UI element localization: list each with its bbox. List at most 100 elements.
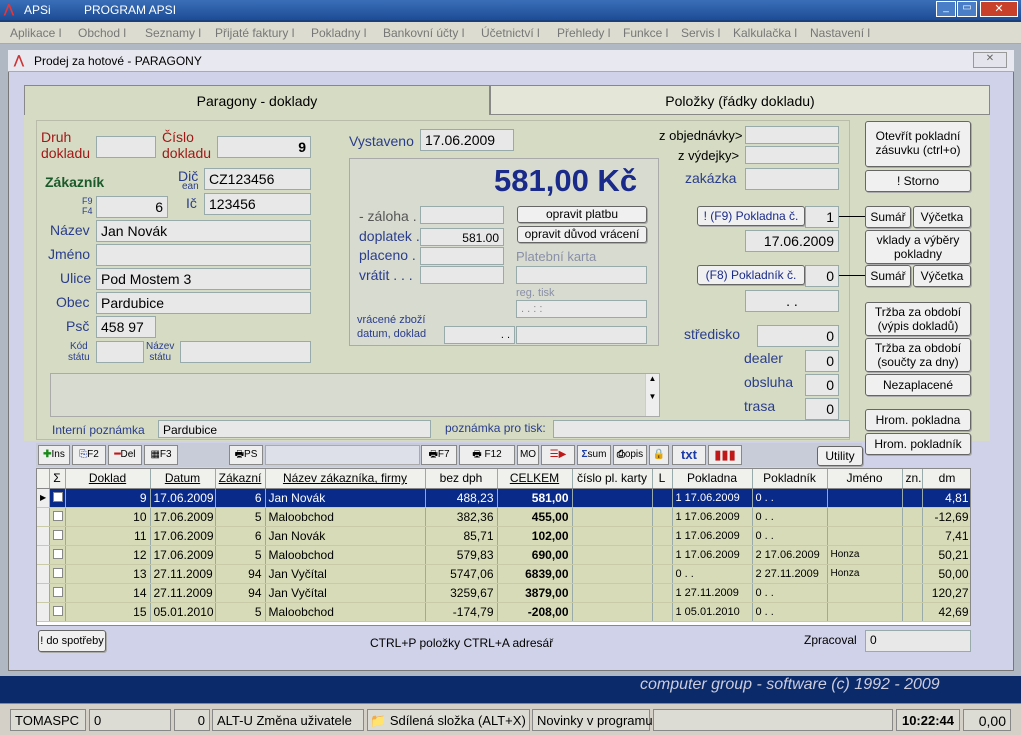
dic-field[interactable]: CZ123456 bbox=[204, 168, 311, 190]
placeno-field[interactable] bbox=[420, 247, 504, 265]
menu-item[interactable]: Nastavení l bbox=[810, 26, 870, 40]
chart-icon[interactable]: ▮▮▮ bbox=[708, 445, 742, 465]
row-checkbox[interactable] bbox=[49, 583, 66, 603]
jmeno-field[interactable] bbox=[96, 244, 311, 266]
close-icon[interactable]: ✕ bbox=[980, 1, 1018, 17]
table-row[interactable]: 11 17.06.2009 6 Jan Novák 85,71 102,00 1 17.06… bbox=[37, 526, 970, 546]
f12-button[interactable]: 🖶 F12 bbox=[459, 445, 515, 465]
interni-field[interactable]: Pardubice bbox=[158, 420, 431, 438]
psc-field[interactable]: 458 97 bbox=[96, 316, 156, 338]
vracene-doklad-field[interactable] bbox=[516, 326, 647, 344]
otevrit-zasuvku-button[interactable]: Otevřít pokladní zásuvku (ctrl+o) bbox=[865, 121, 971, 167]
row-checkbox[interactable] bbox=[49, 488, 66, 508]
table-row[interactable]: ▶ 9 17.06.2009 6 Jan Novák 488,23 581,00 1 17.0… bbox=[37, 488, 970, 508]
nazev-field[interactable]: Jan Novák bbox=[96, 220, 311, 242]
poznamka-tisk-field[interactable] bbox=[553, 420, 850, 438]
menu-item[interactable]: Aplikace l bbox=[10, 26, 61, 40]
maximize-icon[interactable]: ▭ bbox=[957, 1, 977, 17]
table-row[interactable]: 14 27.11.2009 94 Jan Vyčítal 3259,67 3879,00 1… bbox=[37, 583, 970, 603]
mo-button[interactable]: MO bbox=[517, 445, 539, 465]
column-header[interactable]: CELKEM bbox=[497, 469, 573, 489]
vklady-vybery-button[interactable]: vklady a výběry pokladny bbox=[865, 230, 971, 264]
column-header[interactable]: Datum bbox=[150, 469, 216, 489]
sdilena-slozka-button[interactable]: 📁 Sdílená složka (ALT+X) bbox=[367, 709, 530, 731]
platebni-karta-field[interactable] bbox=[516, 266, 647, 284]
sum-button[interactable]: Σsum bbox=[577, 445, 611, 465]
scrollbar[interactable]: ▲ ▼ bbox=[645, 374, 659, 416]
table-row[interactable]: 15 05.01.2010 5 Maloobchod -174,79 -208,00 1 0… bbox=[37, 602, 970, 622]
menu-item[interactable]: Přijaté faktury l bbox=[215, 26, 294, 40]
reg-tisk-field[interactable]: . . : : bbox=[516, 300, 647, 318]
pokladna-button[interactable]: ! (F9) Pokladna č. bbox=[697, 206, 805, 226]
sumar-pokladnik-button[interactable]: Sumář bbox=[865, 265, 911, 287]
menu-item[interactable]: Bankovní účty l bbox=[383, 26, 464, 40]
f7-button[interactable]: 🖶F7 bbox=[421, 445, 457, 465]
pokladnik-number-field[interactable]: 0 bbox=[805, 265, 839, 287]
utility-button[interactable]: Utility bbox=[817, 446, 863, 466]
del-button[interactable]: ━Del bbox=[108, 445, 142, 465]
pokladnik-button[interactable]: (F8) Pokladník č. bbox=[697, 265, 805, 285]
ic-field[interactable]: 123456 bbox=[204, 193, 311, 215]
obec-field[interactable]: Pardubice bbox=[96, 292, 311, 314]
vystaveno-field[interactable]: 17.06.2009 bbox=[420, 129, 514, 151]
storno-button[interactable]: ! Storno bbox=[865, 170, 971, 192]
do-spotreby-button[interactable]: ! do spotřeby bbox=[38, 630, 106, 652]
sumar-pokladna-button[interactable]: Sumář bbox=[865, 206, 911, 228]
trasa-field[interactable]: 0 bbox=[805, 398, 839, 420]
table-row[interactable]: 12 17.06.2009 5 Maloobchod 579,83 690,00 1 17.… bbox=[37, 545, 970, 565]
menu-item[interactable]: Servis l bbox=[681, 26, 720, 40]
vratit-field[interactable] bbox=[420, 266, 504, 284]
menu-item[interactable]: Obchod l bbox=[78, 26, 126, 40]
druh-field[interactable] bbox=[96, 136, 156, 158]
opravit-duvod-button[interactable]: opravit důvod vrácení bbox=[517, 226, 647, 243]
pokladna-number-field[interactable]: 1 bbox=[805, 206, 839, 228]
opis-button[interactable]: ⎙opis bbox=[613, 445, 647, 465]
hrom-pokladnik-button[interactable]: Hrom. pokladník bbox=[865, 433, 971, 455]
pokladnik-value-field[interactable]: . . bbox=[745, 290, 839, 312]
vycetka-pokladnik-button[interactable]: Výčetka bbox=[913, 265, 971, 287]
tab-paragony[interactable]: Paragony - doklady bbox=[24, 85, 490, 115]
doc-close-icon[interactable]: ✕ bbox=[973, 52, 1007, 68]
alt-u-button[interactable]: ALT-U Změna uživatele bbox=[212, 709, 364, 731]
row-checkbox[interactable] bbox=[49, 545, 66, 565]
column-header[interactable]: Zákazní bbox=[215, 469, 266, 489]
column-header[interactable]: L bbox=[652, 469, 673, 489]
trzba-vypis-button[interactable]: Tržba za období (výpis dokladů) bbox=[865, 302, 971, 336]
vycetka-pokladna-button[interactable]: Výčetka bbox=[913, 206, 971, 228]
row-checkbox[interactable] bbox=[49, 526, 66, 546]
menu-item[interactable]: Seznamy l bbox=[145, 26, 201, 40]
vracene-datum-field[interactable]: . . bbox=[444, 326, 515, 344]
nezaplacene-button[interactable]: Nezaplacené bbox=[865, 374, 971, 396]
minimize-icon[interactable]: _ bbox=[936, 1, 956, 17]
nazev-statu-field[interactable] bbox=[180, 341, 311, 363]
toolbar-field[interactable] bbox=[265, 445, 420, 465]
ps-button[interactable]: 🖶PS bbox=[229, 445, 263, 465]
stredisko-field[interactable]: 0 bbox=[757, 325, 839, 347]
table-row[interactable]: 10 17.06.2009 5 Maloobchod 382,36 455,00 1 17.… bbox=[37, 507, 970, 527]
column-header[interactable]: zn. bbox=[902, 469, 923, 489]
zakaznik-number-field[interactable]: 6 bbox=[96, 196, 168, 218]
table-row[interactable]: 13 27.11.2009 94 Jan Vyčítal 5747,06 6839,00 0… bbox=[37, 564, 970, 584]
zaloha-field[interactable] bbox=[420, 206, 504, 224]
column-header[interactable]: Σ bbox=[49, 469, 66, 489]
f3-button[interactable]: ▦F3 bbox=[144, 445, 178, 465]
row-checkbox[interactable] bbox=[49, 602, 66, 622]
doplatek-field[interactable]: 581.00 bbox=[420, 228, 504, 246]
column-header[interactable]: číslo pl. karty bbox=[572, 469, 653, 489]
f2-button[interactable]: ⎘F2 bbox=[72, 445, 106, 465]
dealer-field[interactable]: 0 bbox=[805, 350, 839, 372]
ulice-field[interactable]: Pod Mostem 3 bbox=[96, 268, 311, 290]
cislo-field[interactable]: 9 bbox=[217, 136, 311, 158]
ins-button[interactable]: ✚Ins bbox=[38, 445, 70, 465]
zpracoval-field[interactable]: 0 bbox=[865, 630, 971, 652]
menu-item[interactable]: Přehledy l bbox=[557, 26, 610, 40]
column-header[interactable]: Pokladna bbox=[672, 469, 753, 489]
column-header[interactable]: Doklad bbox=[65, 469, 151, 489]
menu-item[interactable]: Účetnictví l bbox=[481, 26, 540, 40]
obsluha-field[interactable]: 0 bbox=[805, 374, 839, 396]
zakazka-field[interactable] bbox=[745, 168, 839, 190]
row-checkbox[interactable] bbox=[49, 507, 66, 527]
tab-polozky[interactable]: Položky (řádky dokladu) bbox=[490, 85, 990, 115]
menu-item[interactable]: Pokladny l bbox=[311, 26, 366, 40]
kod-statu-field[interactable] bbox=[96, 341, 144, 363]
